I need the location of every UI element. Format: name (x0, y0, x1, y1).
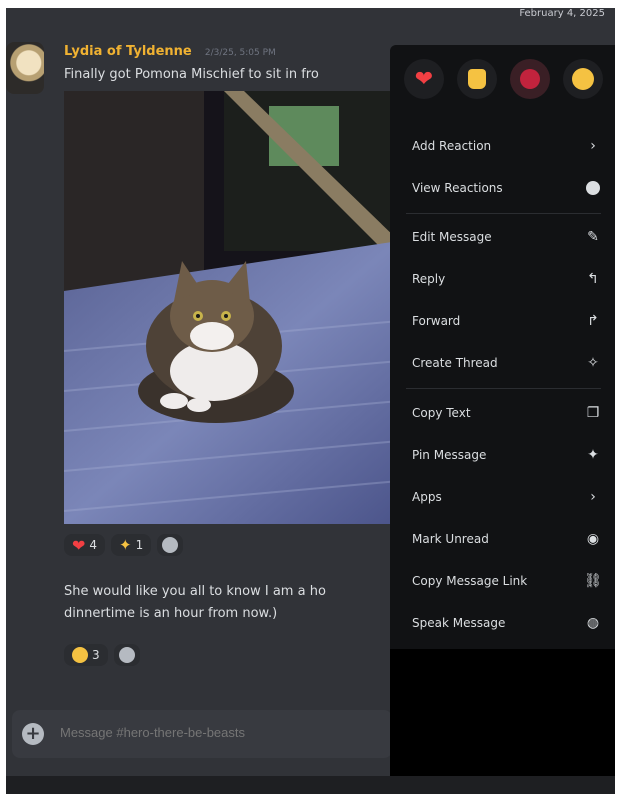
menu-item-label: View Reactions (412, 181, 503, 195)
reaction-joy[interactable]: 3 (64, 644, 108, 666)
message-input[interactable] (58, 724, 382, 741)
chat-screen: February 4, 2025 Lydia of Tyldenne 2/3/2… (6, 8, 615, 794)
menu-item-label: Copy Text (412, 406, 471, 420)
menu-divider (406, 213, 601, 214)
rose-icon (520, 69, 540, 89)
add-reaction-button[interactable] (157, 534, 184, 556)
menu-item-label: Create Thread (412, 356, 498, 370)
smiley-icon (585, 180, 601, 196)
message-line: She would like you all to know I am a ho (64, 584, 326, 599)
menu-item-label: Pin Message (412, 448, 487, 462)
smiley-icon (162, 537, 179, 553)
message-text-2: She would like you all to know I am a ho… (64, 581, 394, 625)
menu-pin-message[interactable]: Pin Message ✦ (396, 438, 609, 472)
message-reactions: ❤ 4 ✦ 1 (64, 534, 184, 556)
menu-item-label: Forward (412, 314, 461, 328)
cat-photo-image (64, 91, 399, 524)
reaction-heart[interactable]: ❤ 4 (64, 534, 106, 556)
quick-reaction-rose[interactable] (510, 59, 550, 99)
menu-item-label: Mark Unread (412, 532, 489, 546)
menu-speak-message[interactable]: Speak Message ◍ (396, 606, 609, 640)
joy-icon (72, 647, 88, 663)
date-divider: February 4, 2025 (519, 8, 605, 19)
speaker-icon: ◍ (586, 615, 600, 631)
quick-reaction-thumbs-up[interactable] (457, 59, 497, 99)
copy-icon: ❐ (586, 405, 600, 421)
menu-apps[interactable]: Apps › (396, 480, 609, 514)
add-reaction-button[interactable] (113, 644, 140, 666)
grin-icon (572, 68, 594, 90)
message-timestamp: 2/3/25, 5:05 PM (204, 48, 276, 58)
message-header: Lydia of Tyldenne 2/3/25, 5:05 PM (64, 40, 276, 59)
message-reactions: 3 (64, 644, 140, 666)
menu-item-label: Speak Message (412, 616, 506, 630)
menu-item-label: Copy Message Link (412, 574, 528, 588)
message-line: dinnertime is an hour from now.) (64, 606, 278, 621)
reaction-count: 1 (135, 538, 144, 552)
reaction-count: 3 (92, 648, 100, 662)
menu-copy-text[interactable]: Copy Text ❐ (396, 396, 609, 430)
plus-icon[interactable]: + (22, 723, 44, 745)
menu-mark-unread[interactable]: Mark Unread ◉ (396, 522, 609, 556)
reaction-count: 4 (89, 538, 98, 552)
heart-icon: ❤ (414, 66, 434, 92)
mark-unread-icon: ◉ (586, 531, 600, 547)
link-icon: ⛓ (584, 573, 602, 589)
menu-add-reaction[interactable]: Add Reaction › (396, 129, 609, 163)
menu-item-label: Reply (412, 272, 446, 286)
menu-forward[interactable]: Forward ↱ (396, 304, 609, 338)
quick-reactions: ❤ (390, 45, 615, 107)
quick-reaction-grin[interactable] (563, 59, 603, 99)
menu-reply[interactable]: Reply ↰ (396, 262, 609, 296)
message-text: Finally got Pomona Mischief to sit in fr… (64, 67, 319, 82)
menu-item-label: Edit Message (412, 230, 492, 244)
thumbs-up-icon (468, 69, 486, 89)
menu-item-label: Add Reaction (412, 139, 492, 153)
sparkles-icon: ✦ (119, 536, 132, 554)
pencil-icon: ✎ (587, 229, 599, 245)
smiley-icon (118, 647, 135, 663)
message-composer: + (12, 710, 392, 758)
chevron-right-icon: › (590, 138, 596, 154)
menu-copy-message-link[interactable]: Copy Message Link ⛓ (396, 564, 609, 598)
quick-reaction-heart[interactable]: ❤ (404, 59, 444, 99)
chevron-right-icon: › (590, 489, 596, 505)
message-context-menu: ❤ Add Reaction › View Reactions Edit Mes… (390, 45, 615, 655)
reaction-sparkles[interactable]: ✦ 1 (111, 534, 152, 556)
thread-icon: ✧ (587, 355, 599, 371)
redaction-block (390, 649, 615, 794)
forward-icon: ↱ (587, 313, 599, 329)
menu-item-label: Apps (412, 490, 442, 504)
avatar[interactable] (6, 42, 44, 94)
menu-view-reactions[interactable]: View Reactions (396, 171, 609, 205)
cat-photo[interactable] (64, 91, 399, 524)
bottom-bar (6, 776, 615, 794)
reply-icon: ↰ (587, 271, 599, 287)
heart-icon: ❤ (72, 535, 86, 555)
author-name[interactable]: Lydia of Tyldenne (64, 44, 192, 59)
pin-icon: ✦ (587, 447, 599, 463)
menu-divider (406, 388, 601, 389)
menu-create-thread[interactable]: Create Thread ✧ (396, 346, 609, 380)
menu-edit-message[interactable]: Edit Message ✎ (396, 220, 609, 254)
